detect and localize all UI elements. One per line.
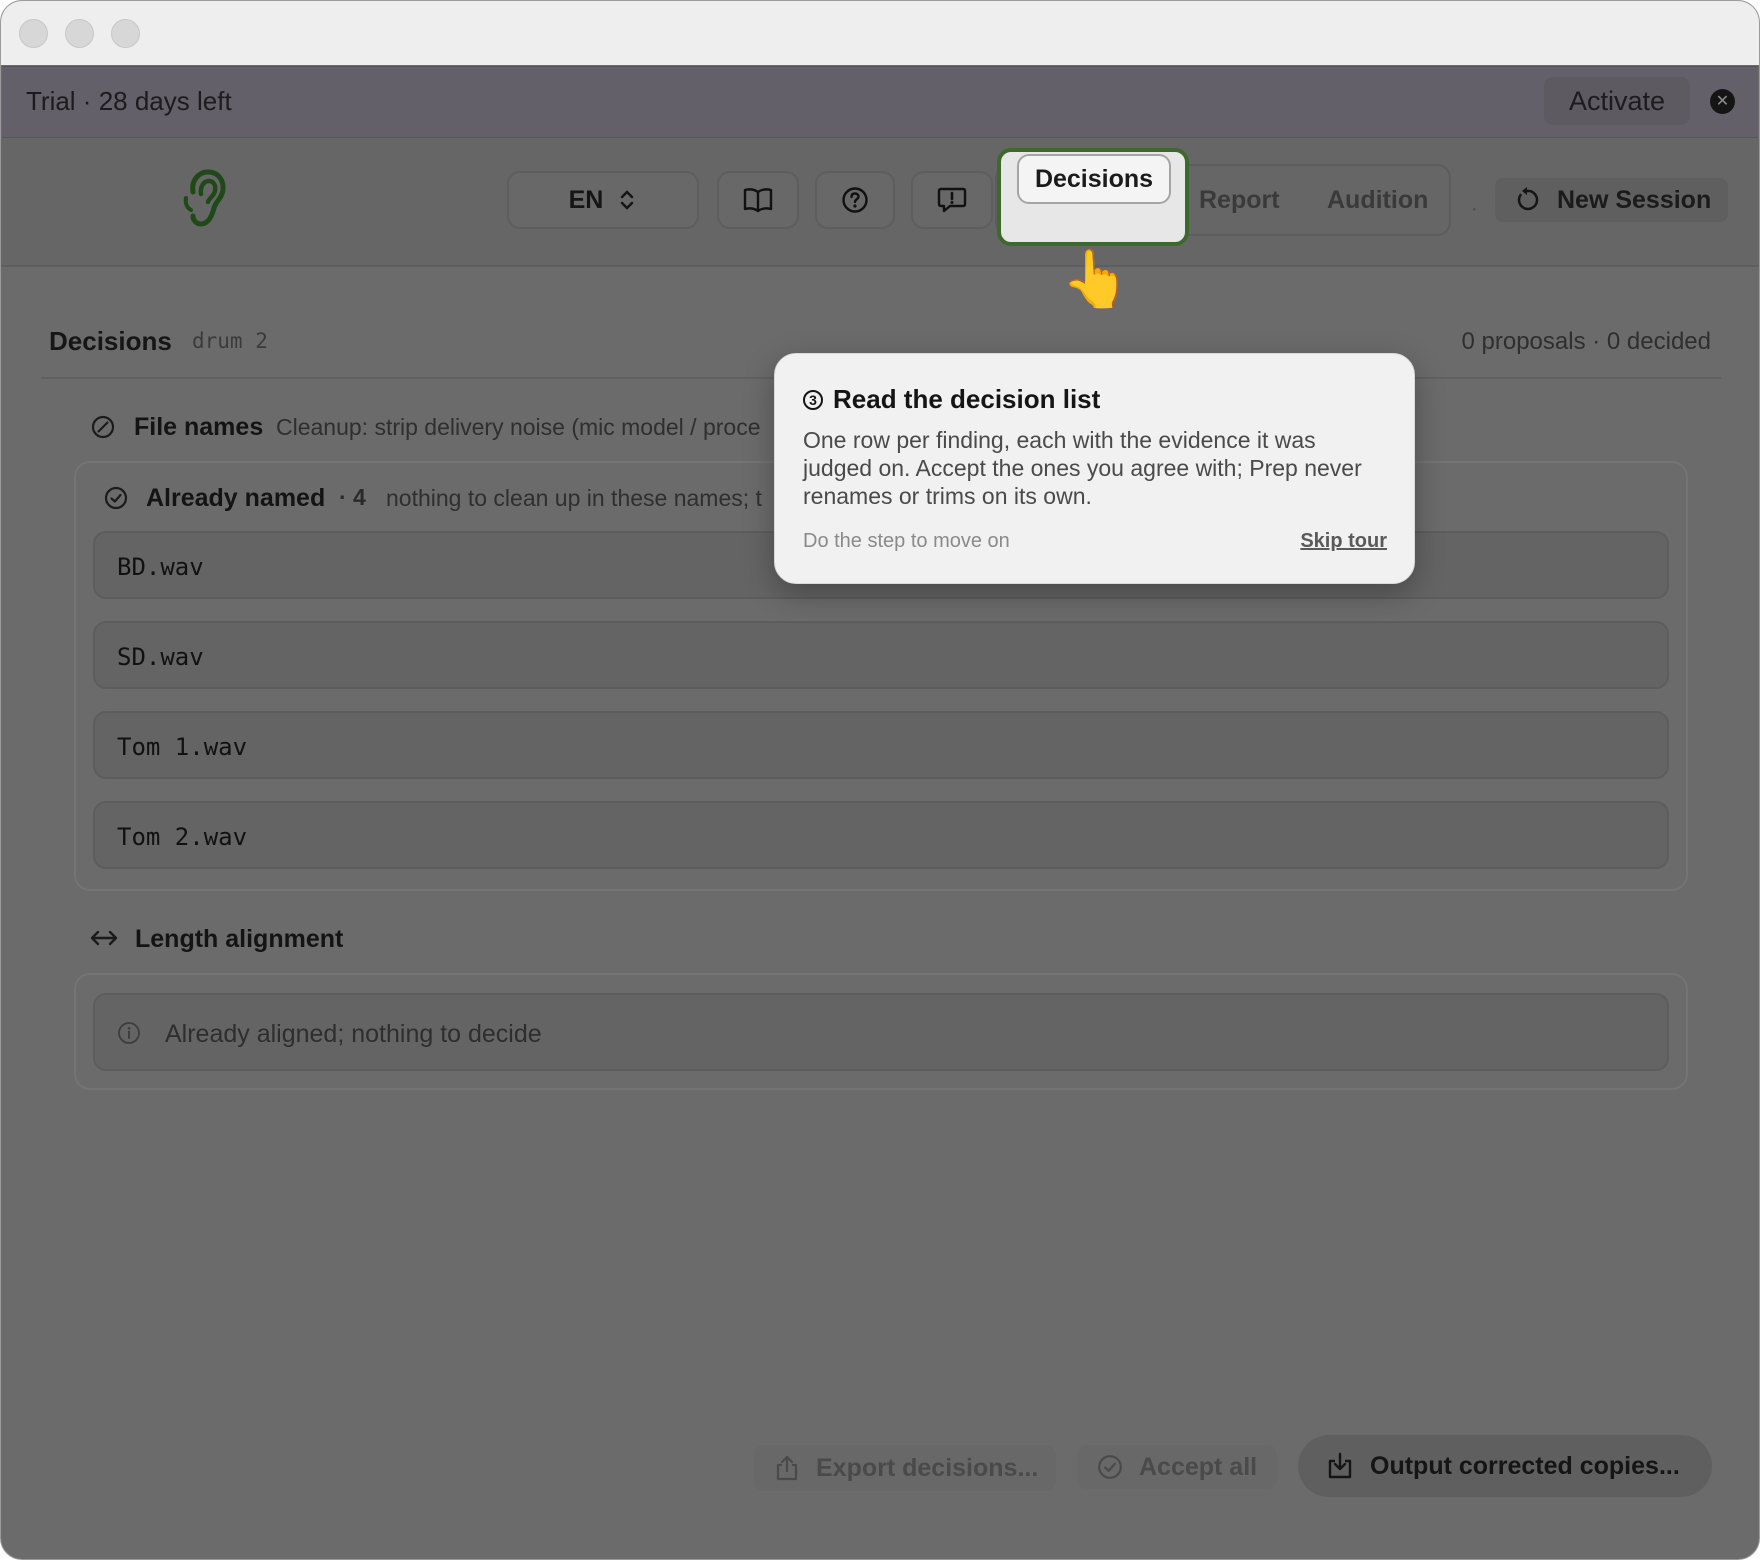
view-segmented-control: Decisions Report Audition (995, 148, 1451, 246)
guide-button[interactable] (717, 171, 799, 229)
chevron-up-down-icon (621, 190, 634, 210)
accept-all-button[interactable]: Accept all (1077, 1445, 1277, 1489)
info-row: Already aligned; nothing to decide (93, 993, 1669, 1071)
section-title-file-names: File names (134, 413, 264, 441)
session-name: drum 2 (192, 329, 268, 353)
new-session-label: New Session (1557, 185, 1712, 214)
slash-circle-icon (91, 415, 115, 439)
arrows-left-right-icon (90, 930, 118, 946)
file-name: BD.wav (117, 553, 204, 581)
export-decisions-label: Export decisions... (816, 1453, 1039, 1482)
tour-popover: 3 Read the decision list One row per fin… (774, 353, 1415, 584)
already-named-count: · 4 (339, 484, 366, 510)
tab-report[interactable]: Report (1199, 186, 1280, 215)
tab-decisions[interactable]: Decisions (1017, 154, 1171, 204)
tour-step-number: 3 (803, 389, 823, 410)
share-icon (776, 1455, 798, 1481)
file-row[interactable]: SD.wav (93, 621, 1669, 689)
file-names-description: Cleanup: strip delivery noise (mic model… (276, 414, 761, 440)
title-bar (1, 1, 1759, 65)
feedback-icon (937, 187, 967, 213)
refresh-icon (1517, 187, 1539, 211)
accept-all-label: Accept all (1139, 1452, 1258, 1481)
output-corrected-copies-label: Output corrected copies... (1370, 1451, 1680, 1480)
book-icon (743, 188, 773, 213)
app-window: Trial · 28 days left Activate ✕ EN Decis… (0, 0, 1760, 1560)
info-text: Already aligned; nothing to decide (165, 1020, 542, 1048)
ear-logo-icon (183, 169, 226, 227)
file-row[interactable]: Tom 2.wav (93, 801, 1669, 869)
tour-highlight: Decisions (997, 148, 1189, 246)
decision-counts: 0 proposals · 0 decided (1461, 328, 1712, 355)
language-label: EN (568, 185, 604, 214)
check-circle-icon (1098, 1455, 1122, 1479)
activate-button[interactable]: Activate (1544, 77, 1690, 125)
section-title-length-alignment: Length alignment (135, 925, 344, 953)
new-session-button[interactable]: New Session (1495, 178, 1728, 222)
pointing-hand-icon: 👆 (1061, 247, 1131, 310)
question-icon (842, 187, 868, 213)
group-title-already-named: Already named (146, 484, 326, 512)
output-corrected-copies-button[interactable]: Output corrected copies... (1298, 1435, 1712, 1497)
close-circle-icon[interactable]: ✕ (1710, 89, 1735, 114)
file-name: Tom 1.wav (117, 733, 248, 761)
trial-banner: Trial · 28 days left Activate ✕ (2, 66, 1758, 139)
tour-title-row: 3 Read the decision list (803, 384, 1100, 415)
already-named-description: nothing to clean up in these names; t (386, 485, 762, 511)
trial-text: Trial · 28 days left (26, 86, 232, 116)
toolbar-separator: · (1471, 198, 1478, 220)
language-selector[interactable]: EN (507, 171, 699, 229)
tour-body: One row per finding, each with the evide… (803, 427, 1362, 509)
file-name: SD.wav (117, 643, 204, 671)
page-title: Decisions (49, 326, 172, 356)
feedback-button[interactable] (911, 171, 993, 229)
tour-title: Read the decision list (833, 384, 1101, 414)
output-tray-icon (1328, 1452, 1352, 1479)
file-row[interactable]: Tom 1.wav (93, 711, 1669, 779)
help-button[interactable] (815, 171, 895, 229)
toolbar: EN Decisions Report Audition · New Sessi… (1, 138, 1759, 267)
close-window-button[interactable] (19, 19, 48, 48)
info-icon (118, 1022, 140, 1044)
export-decisions-button[interactable]: Export decisions... (754, 1445, 1056, 1491)
tour-hint: Do the step to move on (803, 530, 1010, 552)
minimize-window-button[interactable] (65, 19, 94, 48)
file-name: Tom 2.wav (117, 823, 248, 851)
skip-tour-link[interactable]: Skip tour (1300, 530, 1387, 553)
check-circle-icon (104, 486, 128, 510)
tab-audition[interactable]: Audition (1327, 186, 1428, 215)
zoom-window-button[interactable] (111, 19, 140, 48)
